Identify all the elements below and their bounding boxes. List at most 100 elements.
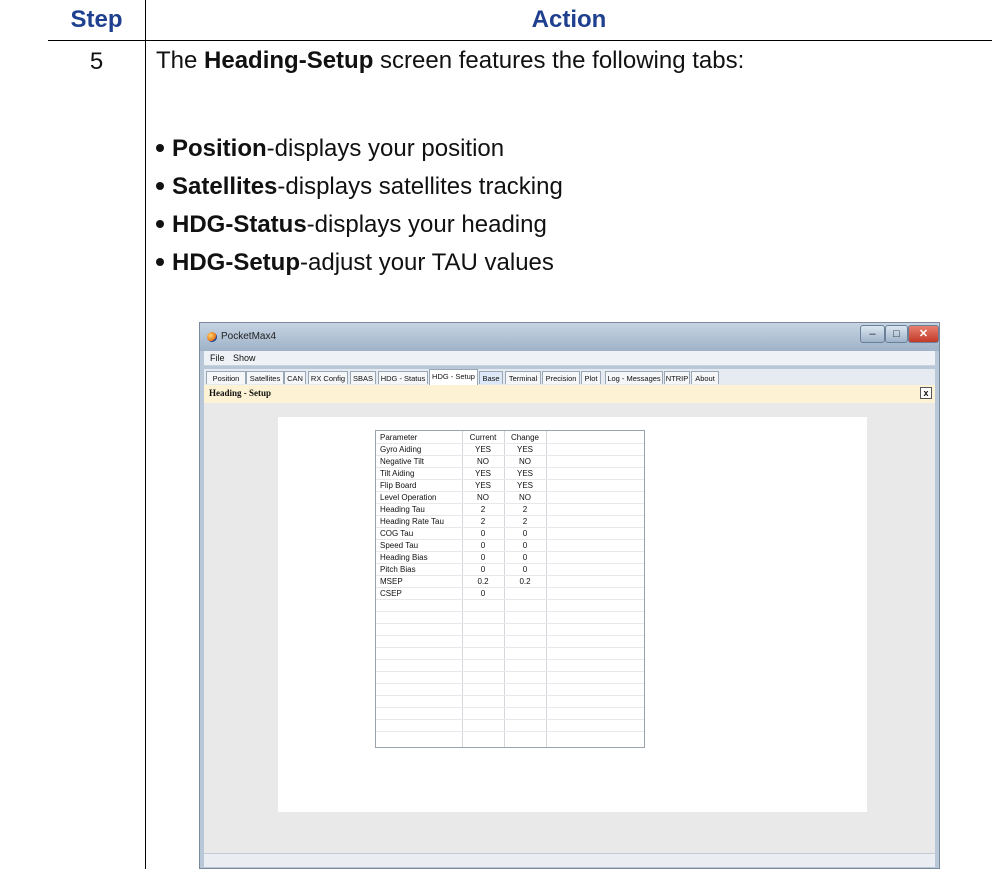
close-window-button[interactable]: ✕ xyxy=(908,325,939,343)
tab-satellites[interactable]: Satellites xyxy=(246,371,284,384)
menu-file[interactable]: File xyxy=(210,351,225,365)
param-change[interactable]: YES xyxy=(504,468,546,479)
param-change[interactable]: 0 xyxy=(504,564,546,575)
param-change[interactable]: YES xyxy=(504,480,546,491)
param-current: YES xyxy=(474,469,491,478)
minimize-button[interactable]: – xyxy=(860,325,885,343)
table-row[interactable]: Heading Bias 0 0 xyxy=(376,552,644,564)
action-column-header: Action xyxy=(531,6,607,33)
table-row xyxy=(376,660,644,672)
table-row[interactable]: Negative Tilt NO NO xyxy=(376,456,644,468)
tab-feature-list: Position-displays your position Satellit… xyxy=(156,130,563,282)
list-item-text: -displays satellites tracking xyxy=(277,173,563,200)
list-item: HDG-Setup-adjust your TAU values xyxy=(156,244,563,282)
app-window-screenshot: PocketMax4 – □ ✕ File Show Position Sate… xyxy=(199,322,940,869)
param-current: NO xyxy=(477,493,489,502)
table-row[interactable]: MSEP 0.2 0.2 xyxy=(376,576,644,588)
param-current: 0 xyxy=(480,565,486,574)
tab-terminal[interactable]: Terminal xyxy=(505,371,541,384)
param-name: Speed Tau xyxy=(380,541,419,550)
panel-title: Heading - Setup xyxy=(209,388,272,398)
table-row[interactable]: Gyro Aiding YES YES xyxy=(376,444,644,456)
param-current: 0 xyxy=(480,541,486,550)
param-name: Pitch Bias xyxy=(380,565,416,574)
maximize-button[interactable]: □ xyxy=(885,325,908,343)
param-change[interactable]: 0 xyxy=(504,552,546,563)
tab-position[interactable]: Position xyxy=(206,371,246,384)
list-item: Position-displays your position xyxy=(156,130,563,168)
table-row[interactable]: Flip Board YES YES xyxy=(376,480,644,492)
table-row xyxy=(376,612,644,624)
table-row[interactable]: Heading Rate Tau 2 2 xyxy=(376,516,644,528)
table-row[interactable]: COG Tau 0 0 xyxy=(376,528,644,540)
param-current: 0 xyxy=(480,589,486,598)
param-current: YES xyxy=(474,481,491,490)
step-number: 5 xyxy=(89,48,104,75)
tab-ntrip[interactable]: NTRIP xyxy=(664,371,690,384)
list-item-label: Position xyxy=(172,135,267,162)
param-name: COG Tau xyxy=(380,529,414,538)
header-bottom-border xyxy=(48,40,992,41)
tab-precision[interactable]: Precision xyxy=(542,371,580,384)
panel-body: Parameter Current Change Gyro Aiding YES… xyxy=(204,403,935,853)
table-row xyxy=(376,672,644,684)
table-row xyxy=(376,684,644,696)
tab-base[interactable]: Base xyxy=(479,371,503,384)
param-current: 0 xyxy=(480,529,486,538)
header-change: Change xyxy=(510,433,540,442)
list-item: HDG-Status-displays your heading xyxy=(156,206,563,244)
param-name: Gyro Aiding xyxy=(380,445,422,454)
table-row xyxy=(376,600,644,612)
tab-sbas[interactable]: SBAS xyxy=(350,371,376,384)
step-description: The Heading-Setup screen features the fo… xyxy=(156,47,744,75)
list-item: Satellites-displays satellites tracking xyxy=(156,168,563,206)
table-header-row: Parameter Current Change xyxy=(376,432,644,444)
tab-rx-config[interactable]: RX Config xyxy=(308,371,348,384)
table-header-row: Step Action xyxy=(48,0,992,40)
param-current: 0 xyxy=(480,553,486,562)
panel-close-button[interactable]: x xyxy=(920,387,932,399)
param-change[interactable]: 0.2 xyxy=(504,576,546,587)
list-item-text: -displays your position xyxy=(266,135,505,162)
param-change[interactable]: YES xyxy=(504,444,546,455)
title-bar: PocketMax4 – □ ✕ xyxy=(200,323,939,351)
step-column-header: Step xyxy=(48,0,146,40)
table-row[interactable]: CSEP 0 xyxy=(376,588,644,600)
bullet-icon xyxy=(156,181,164,190)
panel-header: Heading - Setup x xyxy=(204,385,935,404)
param-current: 2 xyxy=(480,505,486,514)
menu-show[interactable]: Show xyxy=(233,351,256,365)
tab-bar: Position Satellites CAN RX Config SBAS H… xyxy=(204,369,935,385)
tab-log-messages[interactable]: Log - Messages xyxy=(605,371,663,384)
status-bar xyxy=(204,853,935,867)
table-row[interactable]: Heading Tau 2 2 xyxy=(376,504,644,516)
param-change[interactable]: 2 xyxy=(504,516,546,527)
intro-prefix: The xyxy=(156,47,205,74)
list-item-text: -adjust your TAU values xyxy=(300,249,554,276)
table-row xyxy=(376,708,644,720)
param-current: 2 xyxy=(480,517,486,526)
param-change[interactable]: 2 xyxy=(504,504,546,515)
tab-plot[interactable]: Plot xyxy=(581,371,601,384)
menu-bar: File Show xyxy=(204,351,935,366)
header-current: Current xyxy=(469,433,497,442)
param-name: Flip Board xyxy=(380,481,417,490)
intro-suffix: screen features the following tabs: xyxy=(373,47,745,74)
param-change[interactable]: 0 xyxy=(504,540,546,551)
param-name: Heading Rate Tau xyxy=(380,517,444,526)
param-name: Heading Tau xyxy=(380,505,425,514)
param-change[interactable]: 0 xyxy=(504,528,546,539)
table-row[interactable]: Speed Tau 0 0 xyxy=(376,540,644,552)
table-row[interactable]: Pitch Bias 0 0 xyxy=(376,564,644,576)
tab-can[interactable]: CAN xyxy=(284,371,306,384)
tab-hdg-status[interactable]: HDG - Status xyxy=(378,371,428,384)
tab-hdg-setup[interactable]: HDG - Setup xyxy=(429,369,478,385)
param-change[interactable]: NO xyxy=(504,456,546,467)
table-row[interactable]: Tilt Aiding YES YES xyxy=(376,468,644,480)
param-change[interactable]: NO xyxy=(504,492,546,503)
tab-about[interactable]: About xyxy=(691,371,719,384)
column-divider xyxy=(145,40,146,869)
settings-area: Parameter Current Change Gyro Aiding YES… xyxy=(278,417,867,812)
table-row xyxy=(376,624,644,636)
table-row[interactable]: Level Operation NO NO xyxy=(376,492,644,504)
